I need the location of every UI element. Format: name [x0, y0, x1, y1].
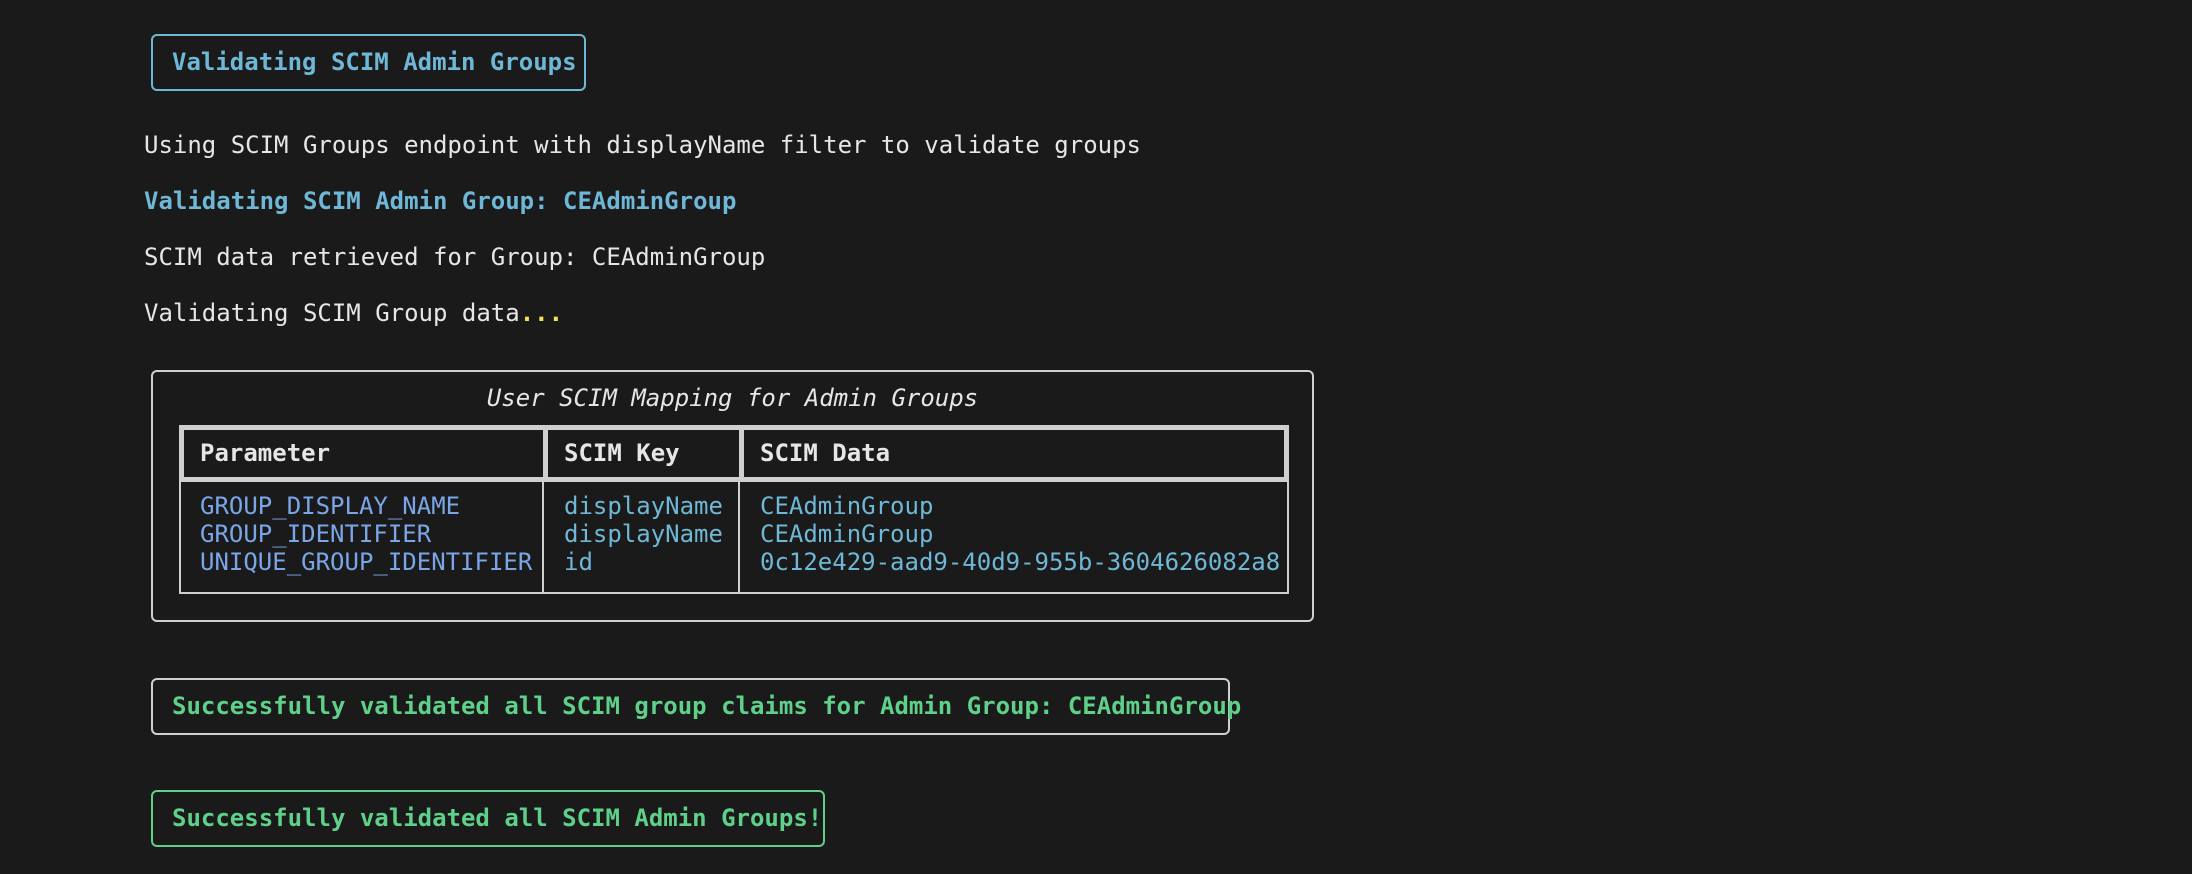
- cell-scim-data-row-2: CEAdminGroup: [760, 520, 934, 548]
- section-header-panel: Validating SCIM Admin Groups: [151, 34, 586, 91]
- scim-mapping-table-panel: User SCIM Mapping for Admin Groups Param…: [151, 370, 1314, 622]
- cell-scim-key-row-1: displayName: [564, 492, 723, 520]
- ellipsis: ...: [519, 299, 564, 327]
- cell-scim-key-row-2: displayName: [564, 520, 723, 548]
- table-title: User SCIM Mapping for Admin Groups: [486, 384, 979, 412]
- column-divider: [739, 430, 744, 477]
- log-line-validating-data: Validating SCIM Group data...: [144, 299, 563, 327]
- claims-success-message: Successfully validated all SCIM group cl…: [172, 692, 1242, 720]
- cell-parameter-row-2: GROUP_IDENTIFIER: [200, 520, 432, 548]
- all-groups-success-panel: Successfully validated all SCIM Admin Gr…: [151, 790, 825, 847]
- table-header-row: Parameter SCIM Key SCIM Data: [179, 425, 1289, 482]
- column-divider: [738, 482, 740, 592]
- claims-success-panel: Successfully validated all SCIM group cl…: [151, 678, 1241, 735]
- column-divider: [542, 482, 544, 592]
- column-header-scim-key: SCIM Key: [564, 439, 680, 467]
- log-line-validating-group: Validating SCIM Admin Group: CEAdminGrou…: [144, 187, 737, 215]
- cell-scim-data-row-1: CEAdminGroup: [760, 492, 934, 520]
- all-groups-success-message: Successfully validated all SCIM Admin Gr…: [172, 804, 823, 832]
- cell-scim-key-row-3: id: [564, 548, 593, 576]
- section-header-title: Validating SCIM Admin Groups: [172, 48, 577, 76]
- log-line-endpoint: Using SCIM Groups endpoint with displayN…: [144, 131, 1141, 159]
- log-line-validating-data-text: Validating SCIM Group data: [144, 299, 520, 327]
- cell-scim-data-row-3: 0c12e429-aad9-40d9-955b-3604626082a8: [760, 548, 1281, 576]
- table-body: GROUP_DISPLAY_NAME displayName CEAdminGr…: [179, 482, 1289, 594]
- column-header-scim-data: SCIM Data: [760, 439, 891, 467]
- cell-parameter-row-3: UNIQUE_GROUP_IDENTIFIER: [200, 548, 533, 576]
- column-header-parameter: Parameter: [200, 439, 331, 467]
- column-divider: [543, 430, 548, 477]
- cell-parameter-row-1: GROUP_DISPLAY_NAME: [200, 492, 461, 520]
- log-line-data-retrieved: SCIM data retrieved for Group: CEAdminGr…: [144, 243, 766, 271]
